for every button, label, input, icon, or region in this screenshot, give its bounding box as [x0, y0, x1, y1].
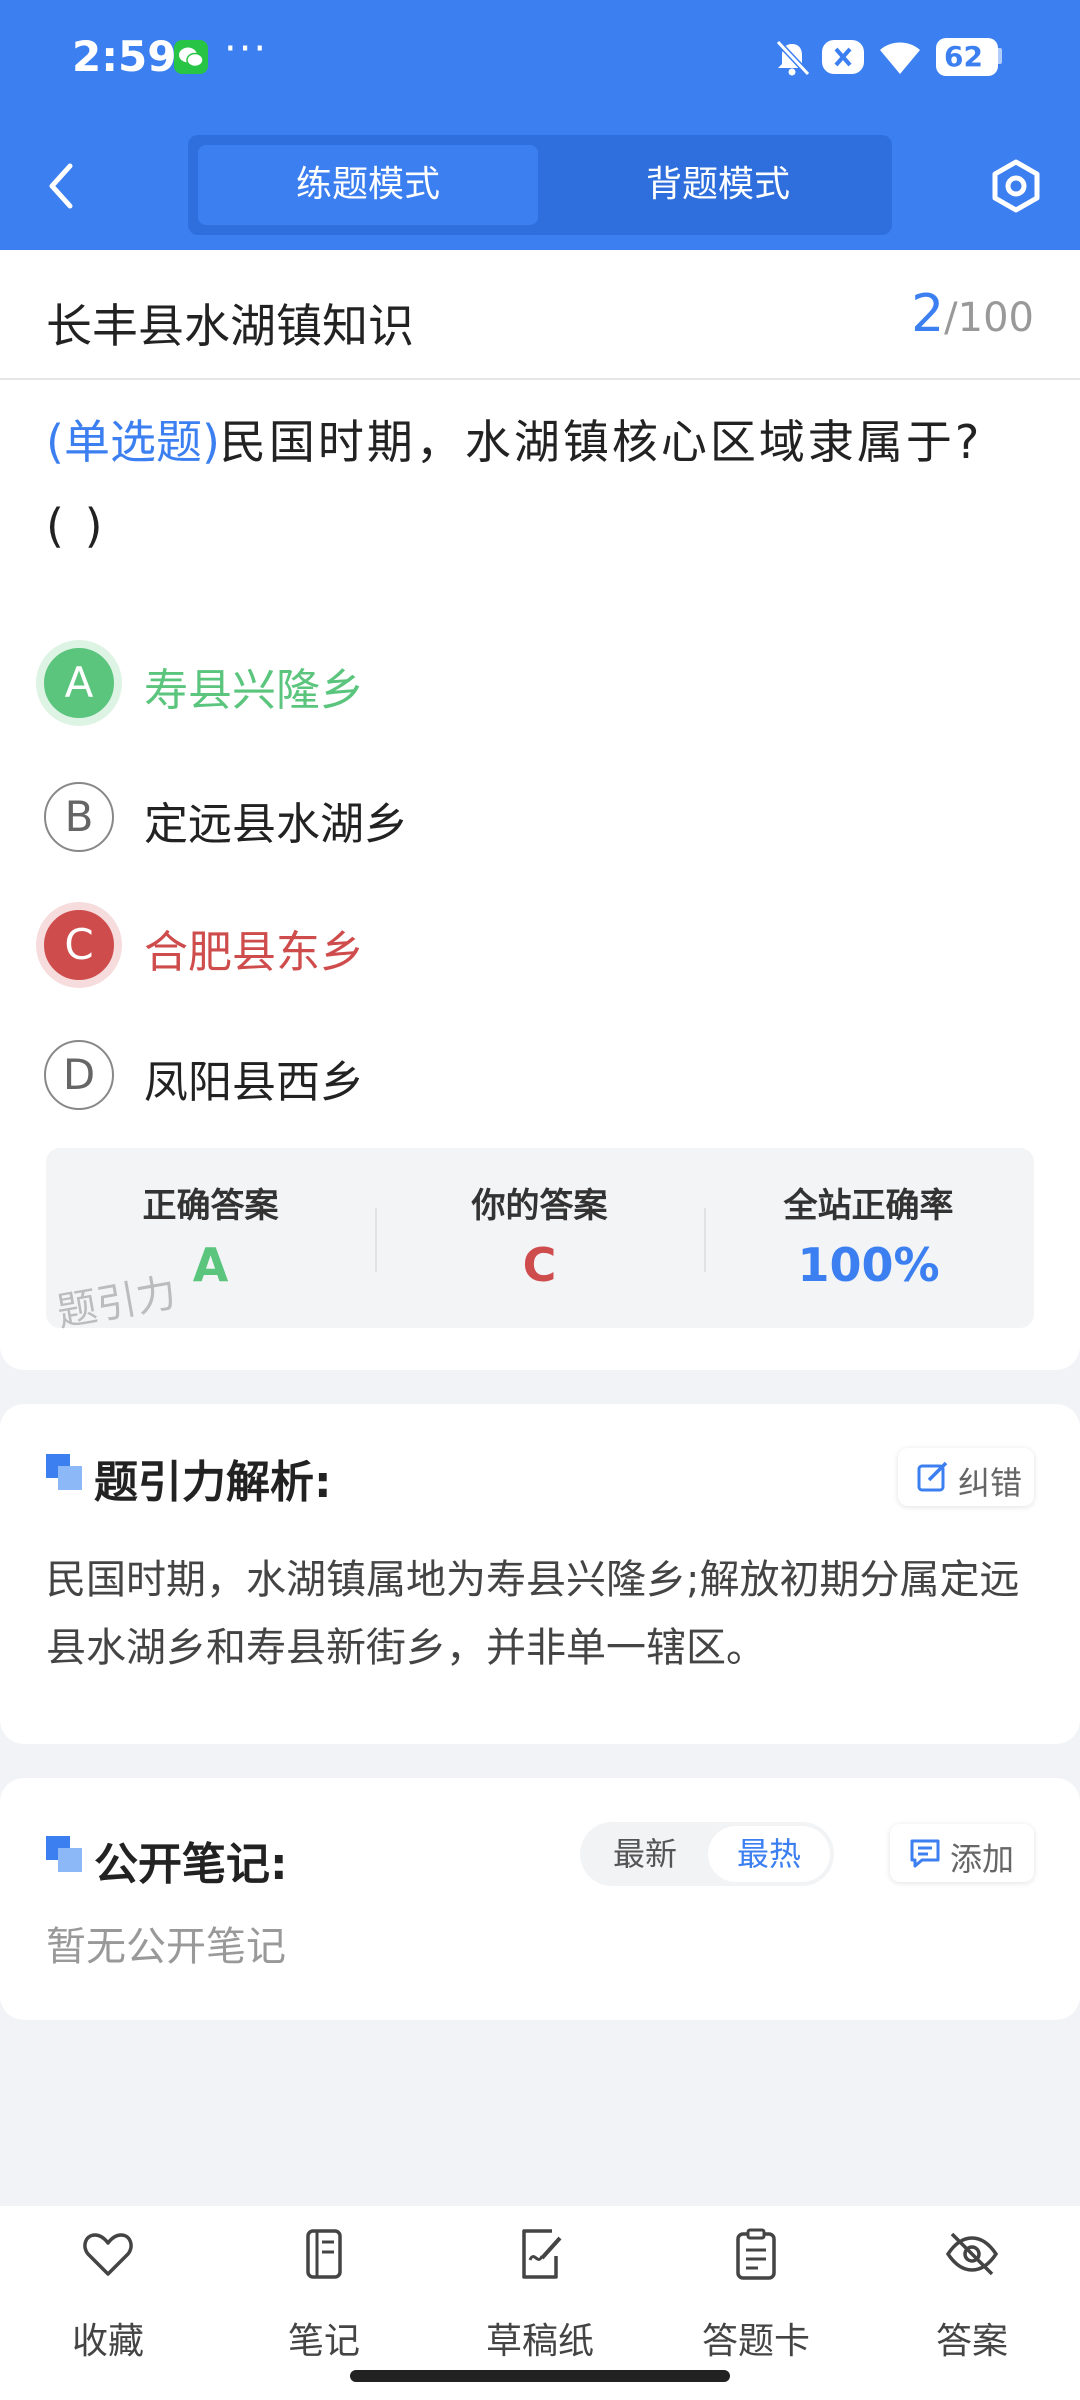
your-answer-block: 你的答案 C: [375, 1148, 704, 1328]
status-time: 2:59: [72, 32, 177, 81]
accuracy-rate-label: 全站正确率: [783, 1186, 954, 1226]
settings-icon[interactable]: [986, 156, 1046, 216]
option-letter-a: A: [44, 648, 114, 718]
nav-answer[interactable]: 答案: [864, 2226, 1080, 2376]
nav-favorite[interactable]: 收藏: [0, 2226, 216, 2376]
answer-summary: 正确答案 A 你的答案 C 全站正确率 100%: [46, 1148, 1034, 1328]
empty-notes-text: 暂无公开笔记: [46, 1924, 286, 1970]
total-question-count: 100: [957, 295, 1034, 341]
option-letter-b: B: [44, 782, 114, 852]
question-card: 长丰县水湖镇知识 2/100 (单选题)民国时期，水湖镇核心区域隶属于?( ) …: [0, 250, 1080, 1370]
question-text: (单选题)民国时期，水湖镇核心区域隶属于? ( ): [46, 400, 1046, 568]
data-blocked-icon: [822, 38, 864, 80]
edit-icon: [917, 1461, 948, 1492]
analysis-title: 题引力解析:: [94, 1457, 332, 1508]
nav-notes[interactable]: 笔记: [216, 2226, 432, 2376]
option-d[interactable]: D 凤阳县西乡: [40, 1030, 1040, 1120]
public-notes-card: 公开笔记: 最新 最热 添加 暂无公开笔记: [0, 1778, 1080, 2020]
notebook-icon: [306, 2229, 342, 2279]
option-text-c: 合肥县东乡: [144, 927, 364, 978]
comment-icon: [910, 1839, 940, 1868]
accuracy-rate-block: 全站正确率 100%: [704, 1148, 1033, 1328]
status-bar: 2:59 ··· 62: [0, 0, 1080, 120]
battery-tip: [996, 48, 1002, 64]
back-icon[interactable]: [40, 158, 90, 214]
your-answer-label: 你的答案: [471, 1186, 608, 1226]
notes-title: 公开笔记:: [94, 1839, 288, 1890]
question-progress: 2/100: [911, 284, 1034, 344]
more-notifications-icon: ···: [224, 26, 269, 72]
home-indicator[interactable]: [350, 2370, 730, 2382]
accuracy-rate-value: 100%: [797, 1238, 940, 1292]
battery-icon: 62: [936, 38, 998, 76]
analysis-card: 题引力解析: 纠错 民国时期，水湖镇属地为寿县兴隆乡;解放初期分属定远县水湖乡和…: [0, 1404, 1080, 1744]
mute-bell-icon: [772, 38, 812, 82]
nav-answer-card[interactable]: 答题卡: [648, 2226, 864, 2376]
report-error-label: 纠错: [958, 1464, 1023, 1502]
eye-off-icon: [945, 2232, 999, 2276]
wifi-icon: [876, 38, 924, 82]
answer-blank: ( ): [46, 499, 106, 553]
answer-card-icon: [736, 2228, 776, 2280]
option-letter-d: D: [44, 1040, 114, 1110]
section-squares-icon: [46, 1836, 86, 1876]
current-question-number: 2: [911, 284, 945, 344]
sort-hottest[interactable]: 最热: [708, 1826, 830, 1882]
option-text-a: 寿县兴隆乡: [144, 665, 364, 716]
notes-sort-toggle: 最新 最热: [580, 1822, 834, 1886]
question-set-title: 长丰县水湖镇知识: [46, 299, 414, 353]
option-letter-c: C: [44, 910, 114, 980]
report-error-button[interactable]: 纠错: [898, 1448, 1034, 1506]
analysis-text: 民国时期，水湖镇属地为寿县兴隆乡;解放初期分属定远县水湖乡和寿县新街乡，并非单一…: [46, 1557, 1020, 1671]
tab-memorize-mode[interactable]: 背题模式: [548, 145, 888, 225]
option-c[interactable]: C 合肥县东乡: [40, 900, 1040, 990]
add-note-label: 添加: [950, 1840, 1015, 1878]
mode-switch: 练题模式 背题模式: [188, 135, 892, 235]
question-type: (单选题): [46, 415, 220, 469]
nav-draft-paper[interactable]: 草稿纸: [432, 2226, 648, 2376]
option-text-d: 凤阳县西乡: [144, 1057, 364, 1108]
divider: [0, 378, 1080, 380]
correct-answer-label: 正确答案: [142, 1186, 279, 1226]
add-note-button[interactable]: 添加: [890, 1824, 1034, 1882]
option-b[interactable]: B 定远县水湖乡: [40, 772, 1040, 862]
tab-practice-mode[interactable]: 练题模式: [198, 145, 538, 225]
option-text-b: 定远县水湖乡: [144, 799, 408, 850]
question-stem: 民国时期，水湖镇核心区域隶属于?: [219, 415, 983, 469]
wechat-icon: [174, 40, 208, 74]
draft-paper-icon: [522, 2229, 562, 2279]
option-a[interactable]: A 寿县兴隆乡: [40, 638, 1040, 728]
sort-newest[interactable]: 最新: [584, 1826, 706, 1882]
top-header: 2:59 ··· 62 练题模式 背题模式: [0, 0, 1080, 250]
your-answer-value: C: [522, 1238, 557, 1292]
heart-icon: [83, 2233, 133, 2276]
section-squares-icon: [46, 1454, 86, 1494]
